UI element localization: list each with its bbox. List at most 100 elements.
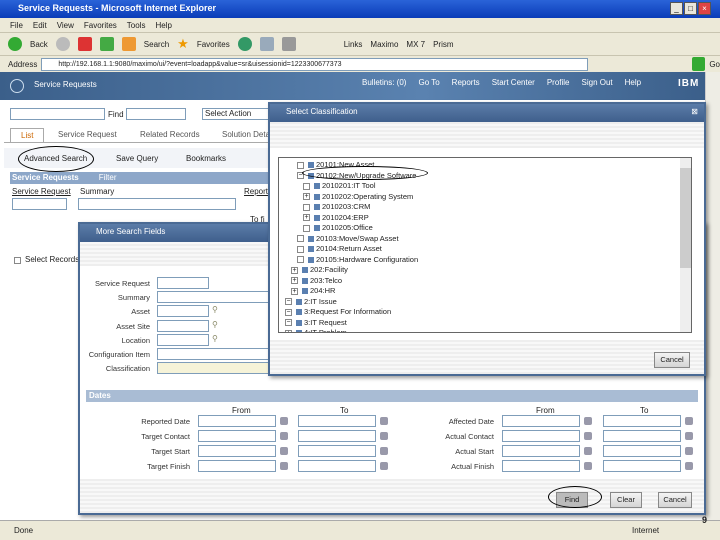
select-records-checkbox[interactable] bbox=[14, 257, 21, 264]
tree-node[interactable]: +202:Facility bbox=[279, 265, 691, 276]
checkbox[interactable] bbox=[303, 182, 310, 190]
field-input[interactable] bbox=[157, 277, 209, 289]
tab-service-request[interactable]: Service Request bbox=[48, 128, 127, 142]
save-query-button[interactable]: Save Query bbox=[116, 154, 158, 163]
dialog-close-icon[interactable]: ⊠ bbox=[691, 107, 698, 116]
tree-node-label[interactable]: 203:Telco bbox=[310, 276, 342, 285]
tree-node[interactable]: 2010201:IT Tool bbox=[279, 181, 691, 192]
field-input[interactable] bbox=[157, 305, 209, 318]
date-to-input[interactable] bbox=[603, 460, 681, 472]
tree-node[interactable]: 20105:Hardware Configuration bbox=[279, 255, 691, 266]
tree-node[interactable]: − 3:IT Request bbox=[279, 318, 691, 329]
expand-icon[interactable]: + bbox=[303, 214, 310, 222]
maximize-button[interactable]: □ bbox=[684, 2, 697, 15]
cancel-button[interactable]: Cancel bbox=[658, 492, 692, 508]
menu-help[interactable]: Help bbox=[155, 21, 171, 30]
history-icon[interactable] bbox=[237, 37, 252, 51]
lookup-icon[interactable]: ⚲ bbox=[212, 334, 218, 343]
tree-node-label[interactable]: 204:HR bbox=[310, 286, 335, 295]
tree-node[interactable]: − 3:Request For Information bbox=[279, 307, 691, 318]
tree-node-label[interactable]: 20105:Hardware Configuration bbox=[316, 255, 418, 264]
collapse-icon[interactable]: − bbox=[285, 319, 292, 327]
tree-node[interactable]: 2010205:Office bbox=[279, 223, 691, 234]
checkbox[interactable] bbox=[303, 203, 310, 211]
field-input[interactable] bbox=[157, 333, 209, 346]
tree-node[interactable]: +2010202:Operating System bbox=[279, 192, 691, 203]
select-action-dropdown[interactable]: Select Action bbox=[202, 108, 272, 120]
expand-icon[interactable]: + bbox=[303, 193, 310, 201]
bookmarks-button[interactable]: Bookmarks bbox=[186, 154, 226, 163]
tree-node[interactable]: 20104:Return Asset bbox=[279, 244, 691, 255]
calendar-icon[interactable] bbox=[380, 417, 388, 425]
date-from-input[interactable] bbox=[502, 430, 580, 442]
lookup-icon[interactable]: ⚲ bbox=[212, 320, 218, 329]
mail-icon[interactable] bbox=[259, 37, 274, 51]
tree-node-label[interactable]: 2010203:CRM bbox=[322, 202, 370, 211]
tree-node-label[interactable]: 2:IT Issue bbox=[304, 297, 337, 306]
nav-profile[interactable]: Profile bbox=[547, 78, 570, 87]
date-to-input[interactable] bbox=[603, 415, 681, 427]
calendar-icon[interactable] bbox=[584, 462, 592, 470]
nav-sign-out[interactable]: Sign Out bbox=[582, 78, 613, 87]
tree-node[interactable]: +203:Telco bbox=[279, 276, 691, 287]
tab-list[interactable]: List bbox=[10, 128, 45, 142]
favorites-icon[interactable]: ★ bbox=[177, 36, 189, 52]
tree-node[interactable]: +4:IT Problem bbox=[279, 328, 691, 332]
checkbox[interactable] bbox=[297, 245, 304, 253]
forward-icon[interactable] bbox=[55, 37, 70, 51]
nav-bulletins[interactable]: Bulletins: (0) bbox=[362, 78, 406, 87]
collapse-icon[interactable]: − bbox=[285, 298, 292, 306]
calendar-icon[interactable] bbox=[280, 447, 288, 455]
search-button[interactable]: Search bbox=[144, 40, 169, 49]
date-from-input[interactable] bbox=[502, 415, 580, 427]
date-to-input[interactable] bbox=[603, 430, 681, 442]
checkbox[interactable] bbox=[297, 161, 304, 169]
tree-node-label[interactable]: 20103:Move/Swap Asset bbox=[316, 234, 399, 243]
date-to-input[interactable] bbox=[298, 430, 376, 442]
filter-sr-input[interactable] bbox=[12, 198, 67, 210]
menu-tools[interactable]: Tools bbox=[127, 21, 146, 30]
clear-button[interactable]: Clear bbox=[610, 492, 642, 508]
tree-node[interactable]: − 2:IT Issue bbox=[279, 297, 691, 308]
close-button[interactable]: × bbox=[698, 2, 711, 15]
calendar-icon[interactable] bbox=[280, 417, 288, 425]
tree-node[interactable]: +204:HR bbox=[279, 286, 691, 297]
nav-goto[interactable]: Go To bbox=[418, 78, 439, 87]
tree-node[interactable]: 2010203:CRM bbox=[279, 202, 691, 213]
calendar-icon[interactable] bbox=[685, 432, 693, 440]
tree-node[interactable]: 20103:Move/Swap Asset bbox=[279, 234, 691, 245]
date-to-input[interactable] bbox=[298, 415, 376, 427]
calendar-icon[interactable] bbox=[584, 417, 592, 425]
nav-help[interactable]: Help bbox=[625, 78, 641, 87]
checkbox[interactable] bbox=[297, 235, 304, 243]
go-button[interactable]: Go bbox=[709, 60, 720, 69]
query-select[interactable] bbox=[10, 108, 105, 120]
calendar-icon[interactable] bbox=[685, 462, 693, 470]
minimize-button[interactable]: _ bbox=[670, 2, 683, 15]
filter-button[interactable]: Filter bbox=[99, 173, 117, 182]
home-icon[interactable] bbox=[121, 37, 136, 51]
filter-summary-input[interactable] bbox=[78, 198, 236, 210]
date-from-input[interactable] bbox=[502, 445, 580, 457]
date-to-input[interactable] bbox=[603, 445, 681, 457]
col-summary[interactable]: Summary bbox=[80, 187, 114, 196]
checkbox[interactable] bbox=[297, 256, 304, 264]
calendar-icon[interactable] bbox=[685, 417, 693, 425]
tree-node-label[interactable]: 20104:Return Asset bbox=[316, 244, 382, 253]
calendar-icon[interactable] bbox=[380, 462, 388, 470]
date-from-input[interactable] bbox=[198, 430, 276, 442]
field-input[interactable] bbox=[157, 319, 209, 332]
tree-node-label[interactable]: 202:Facility bbox=[310, 265, 348, 274]
link-mx7[interactable]: MX 7 bbox=[406, 40, 425, 49]
checkbox[interactable] bbox=[303, 224, 310, 232]
expand-icon[interactable]: + bbox=[291, 287, 298, 295]
col-service-request[interactable]: Service Request bbox=[12, 187, 71, 196]
date-from-input[interactable] bbox=[198, 460, 276, 472]
expand-icon[interactable]: + bbox=[291, 277, 298, 285]
tree-node[interactable]: +2010204:ERP bbox=[279, 213, 691, 224]
tree-node-label[interactable]: 4:IT Problem bbox=[304, 328, 347, 332]
collapse-icon[interactable]: − bbox=[285, 308, 292, 316]
date-from-input[interactable] bbox=[198, 415, 276, 427]
stop-icon[interactable] bbox=[77, 37, 92, 51]
expand-icon[interactable]: + bbox=[285, 329, 292, 332]
